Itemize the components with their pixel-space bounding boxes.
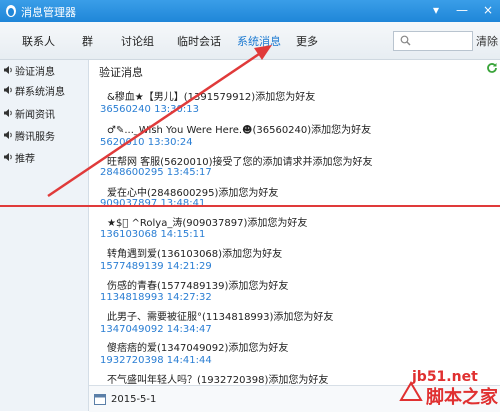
refresh-icon[interactable]: [486, 62, 498, 74]
panel-title: 验证消息: [99, 66, 143, 79]
sidebar-item-label: 腾讯服务: [15, 131, 55, 143]
message-meta[interactable]: 1134818993 14:27:32: [100, 292, 212, 303]
tab-groups[interactable]: 群: [82, 33, 93, 49]
message-meta[interactable]: 136103068 14:15:11: [100, 229, 205, 240]
minimize-button[interactable]: —: [452, 2, 472, 18]
message-text: 爱在心中(2848600295)添加您为好友: [107, 188, 279, 199]
message-meta[interactable]: 1577489139 14:21:29: [100, 261, 212, 272]
message-text: 转角遇到爱(136103068)添加您为好友: [107, 249, 283, 260]
sidebar-item-news[interactable]: 新闻资讯: [3, 105, 55, 121]
tab-contacts[interactable]: 联系人: [22, 33, 55, 49]
watermark-name: 脚本之家: [426, 387, 498, 408]
message-text: 傻痞痞的爱(1347049092)添加您为好友: [107, 343, 289, 354]
sidebar-item-label: 验证消息: [15, 66, 55, 78]
speaker-icon: [4, 86, 12, 94]
message-text: &穆血★【男儿】(1391579912)添加您为好友: [107, 92, 316, 103]
message-meta[interactable]: 36560240 13:30:13: [100, 104, 199, 115]
sidebar-item-tencent-service[interactable]: 腾讯服务: [3, 127, 55, 143]
message-panel: 验证消息 &穆血★【男儿】(1391579912)添加您为好友 36560240…: [89, 60, 500, 412]
sidebar-item-label: 新闻资讯: [15, 109, 55, 121]
qq-penguin-icon: [6, 5, 16, 17]
sidebar-item-recommend[interactable]: 推荐: [3, 149, 35, 165]
speaker-icon: [4, 131, 12, 139]
speaker-icon: [4, 66, 12, 74]
tab-more[interactable]: 更多: [296, 33, 318, 49]
message-meta[interactable]: 2848600295 13:45:17: [100, 167, 212, 178]
sidebar-item-label: 推荐: [15, 153, 35, 165]
tab-temp-chat[interactable]: 临时会话: [177, 33, 221, 49]
clear-button[interactable]: 清除: [476, 33, 498, 49]
speaker-icon: [4, 109, 12, 117]
menu-arrow-button[interactable]: ▾: [426, 2, 446, 18]
annotation-line: [0, 205, 500, 207]
sidebar-item-verification[interactable]: 验证消息: [3, 62, 55, 78]
search-input[interactable]: [393, 31, 473, 51]
tab-bar: 联系人 群 讨论组 临时会话 系统消息 更多 清除: [0, 22, 500, 60]
tab-system-messages[interactable]: 系统消息: [237, 33, 281, 49]
calendar-icon[interactable]: [94, 393, 106, 405]
sidebar-item-label: 群系统消息: [15, 86, 65, 98]
speaker-icon: [4, 153, 12, 161]
date-label: 2015-5-1: [111, 394, 157, 405]
message-meta[interactable]: 1347049092 14:34:47: [100, 324, 212, 335]
message-text: ♂✎..._Wish You Were Here.☻(36560240)添加您为…: [107, 125, 372, 136]
close-button[interactable]: ×: [478, 2, 498, 18]
tab-discussion[interactable]: 讨论组: [121, 33, 154, 49]
window-title: 消息管理器: [21, 6, 76, 19]
message-text: 伤感的青春(1577489139)添加您为好友: [107, 281, 289, 292]
message-meta[interactable]: 5620010 13:30:24: [100, 137, 193, 148]
message-meta[interactable]: 909037897 13:48:41: [100, 198, 205, 209]
message-text: 不气盛叫年轻人吗？(1932720398)添加您为好友: [107, 375, 329, 386]
search-icon: [400, 35, 411, 46]
message-text: ★$⃝ ^Rolya_涛(909037897)添加您为好友: [107, 218, 308, 229]
message-meta[interactable]: 1932720398 14:41:44: [100, 355, 212, 366]
message-text: 旺帮网 客服(5620010)接受了您的添加请求并添加您为好友: [107, 157, 373, 168]
message-text: 此男子、需要被征服°(1134818993)添加您为好友: [107, 312, 334, 323]
sidebar-item-group-system[interactable]: 群系统消息: [3, 82, 65, 98]
sidebar: 验证消息 群系统消息 新闻资讯 腾讯服务 推荐: [0, 60, 89, 411]
window-controls: ▾ — ×: [426, 2, 498, 18]
title-bar: 消息管理器 ▾ — ×: [0, 0, 500, 22]
